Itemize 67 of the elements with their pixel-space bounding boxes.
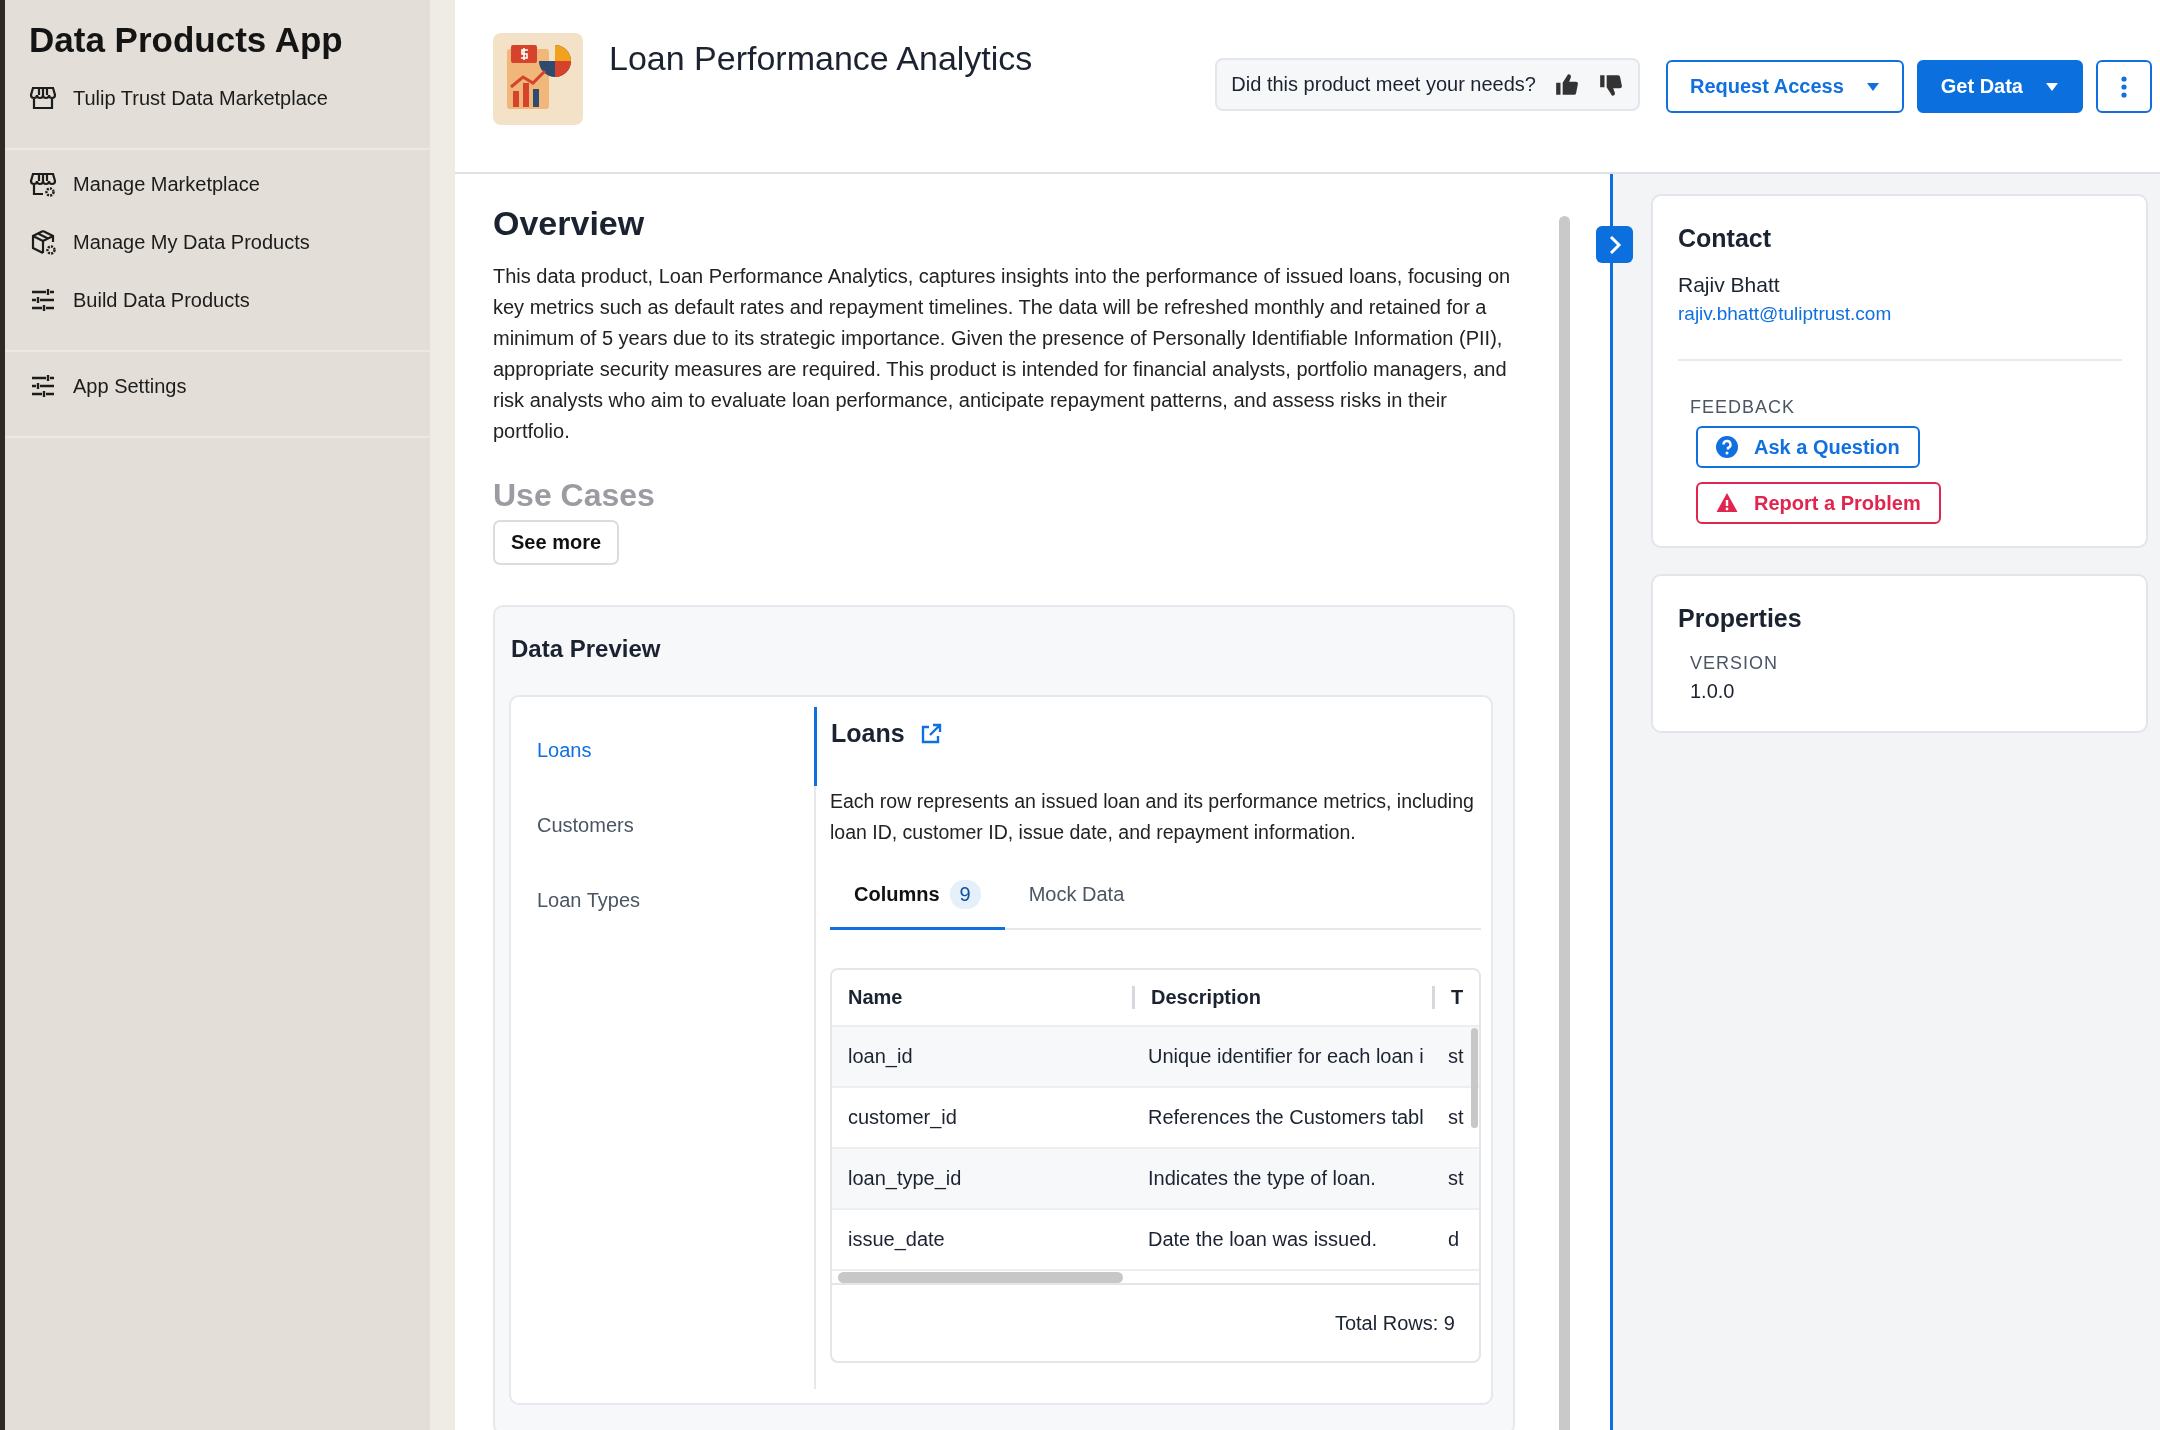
- caret-icon: [2045, 81, 2059, 92]
- sidebar-item[interactable]: Build Data Products: [5, 280, 430, 320]
- scrollbar[interactable]: [838, 1272, 1123, 1283]
- card-title: Data Preview: [511, 635, 662, 663]
- collapse-button[interactable]: [1596, 226, 1633, 263]
- thumbs-up-icon[interactable]: [1553, 71, 1580, 98]
- property-value: 1.0.0: [1690, 680, 1736, 703]
- scrollbar[interactable]: [1559, 216, 1570, 1430]
- overview-text: This data product, Loan Performance Analytics, captures insights into the performance of issued loans, focusing on key metrics such as default rates and repayment timelines. The data will be refreshed monthly and retained for a minimum of 5 years due to its strategic importance. Given the presence of Personally Identifiable Information (PII), appropriate security measures are required. This product is intended for financial analysts, portfolio managers, and risk analysts who aim to evaluate loan performance, anticipate repayment patterns, and assess risks in their portfolio.: [493, 264, 1512, 444]
- table-name: Loans: [831, 719, 905, 748]
- table-cell-text: d: [1447, 1228, 1461, 1251]
- tab[interactable]: Columns 9: [830, 866, 1005, 930]
- get-data-button[interactable]: Get Data: [1916, 60, 2083, 113]
- ask-question-button[interactable]: Ask a Question: [1696, 426, 1920, 468]
- help-icon: [1716, 436, 1738, 458]
- table-description: Each row represents an issued loan and its performance metrics, including loan ID, customer ID, issue date, and repayment information.: [830, 789, 1475, 845]
- column-header: Description: [1132, 986, 1432, 1009]
- sliders-icon: [29, 372, 57, 400]
- chevron-right-icon: [1607, 234, 1622, 255]
- warning-icon: [1716, 492, 1738, 514]
- request-access-button[interactable]: Request Access: [1665, 60, 1904, 113]
- report-problem-button[interactable]: Report a Problem: [1696, 482, 1941, 524]
- kebab-icon: [2121, 75, 2127, 98]
- sidebar-item[interactable]: App Settings: [5, 366, 430, 406]
- more-button[interactable]: [2096, 60, 2152, 113]
- table-cell-text: st: [1447, 1167, 1465, 1190]
- table-cell-text: Indicates the type of loan.: [1147, 1167, 1377, 1190]
- email-link[interactable]: rajiv.bhatt@tuliptrust.com: [1678, 303, 1892, 325]
- caret-icon: [1865, 81, 1880, 92]
- app-title: Data Products App: [28, 19, 344, 61]
- feedback-prompt: Did this product meet your needs?: [1231, 73, 1536, 96]
- sidebar-item[interactable]: Manage My Data Products: [5, 222, 430, 262]
- section-label: FEEDBACK: [1690, 397, 1797, 418]
- store-gear-icon: [29, 170, 57, 198]
- table-list-item[interactable]: Customers: [537, 814, 814, 837]
- sidebar-item[interactable]: Manage Marketplace: [5, 164, 430, 204]
- total-rows: Total Rows: 9: [1334, 1311, 1455, 1335]
- card-title: Contact: [1678, 224, 1773, 253]
- store-icon: [29, 84, 57, 112]
- sliders-icon: [29, 286, 57, 314]
- chart-report-icon: [493, 33, 583, 125]
- table-cell-text: customer_id: [847, 1106, 958, 1129]
- contact-name: Rajiv Bhatt: [1678, 273, 1781, 297]
- product-title: Loan Performance Analytics: [609, 39, 1034, 78]
- table-cell-text: st: [1447, 1045, 1465, 1068]
- tab-label: Columns: [854, 883, 940, 906]
- column-header: Name: [847, 986, 904, 1009]
- table-list-item[interactable]: Loan Types: [537, 889, 814, 912]
- scrollbar[interactable]: [1471, 1028, 1478, 1128]
- table-cell-text: st: [1447, 1106, 1465, 1129]
- column-header: T: [1432, 986, 1479, 1009]
- see-more-button[interactable]: See more: [493, 520, 620, 565]
- box-gear-icon: [29, 228, 57, 256]
- card-title: Properties: [1678, 604, 1803, 633]
- faded-heading: Use Cases: [493, 477, 656, 514]
- section-heading: Overview: [493, 204, 646, 243]
- table-cell-text: References the Customers tabl: [1147, 1106, 1425, 1129]
- table-cell-text: loan_type_id: [847, 1167, 963, 1190]
- sidebar-item[interactable]: Tulip Trust Data Marketplace: [5, 78, 430, 118]
- table-cell-text: issue_date: [847, 1228, 946, 1251]
- table-cell-text: Unique identifier for each loan i: [1147, 1045, 1425, 1068]
- count-badge: 9: [949, 880, 981, 909]
- table-list-item[interactable]: Loans: [537, 739, 814, 762]
- property-label: VERSION: [1690, 653, 1780, 674]
- table-cell-text: Date the loan was issued.: [1147, 1228, 1379, 1251]
- tab[interactable]: Mock Data: [1004, 866, 1149, 930]
- table-cell-text: loan_id: [847, 1045, 914, 1068]
